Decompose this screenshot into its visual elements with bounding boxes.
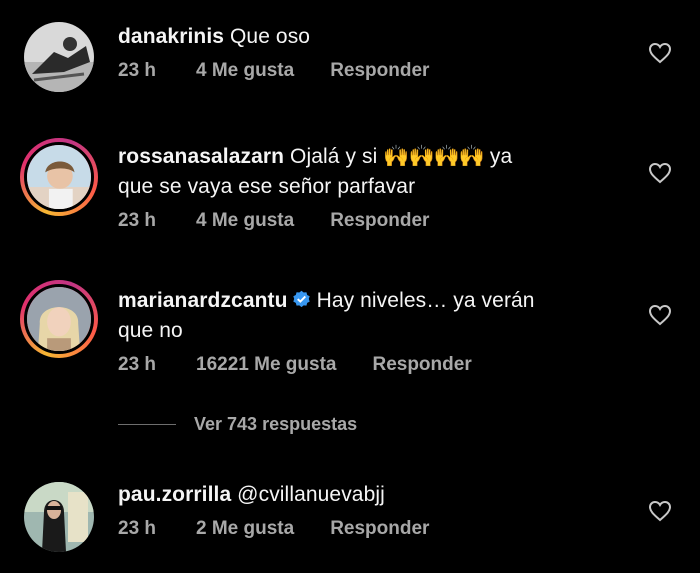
comment-body: rossanasalazarn Ojalá y si 🙌🙌🙌🙌 ya que s… <box>118 142 588 232</box>
comment-likes[interactable]: 4 Me gusta <box>196 210 294 232</box>
comment-likes[interactable]: 16221 Me gusta <box>196 354 336 376</box>
heart-icon[interactable] <box>648 304 672 326</box>
comment-text: Ojalá y si <box>290 145 378 168</box>
divider <box>118 424 176 425</box>
comment-body: pau.zorrilla @cvillanuevabjj 23 h 2 Me g… <box>118 480 588 540</box>
avatar[interactable] <box>24 482 94 552</box>
comment-likes[interactable]: 4 Me gusta <box>196 60 294 82</box>
profile-photo-icon <box>24 482 94 552</box>
reply-button[interactable]: Responder <box>330 210 429 232</box>
avatar[interactable] <box>20 280 98 358</box>
comment-body: marianardzcantu Hay niveles… ya verán qu… <box>118 286 588 376</box>
reply-button[interactable]: Responder <box>330 60 429 82</box>
comment-mention[interactable]: @cvillanuevabjj <box>237 483 385 506</box>
heart-icon[interactable] <box>648 500 672 522</box>
comment-body: danakrinis Que oso 23 h 4 Me gusta Respo… <box>118 22 588 82</box>
comments-feed: danakrinis Que oso 23 h 4 Me gusta Respo… <box>0 0 700 573</box>
comment-time: 23 h <box>118 354 157 375</box>
comment-text: ya <box>489 145 513 168</box>
avatar[interactable] <box>20 138 98 216</box>
view-replies-button[interactable]: Ver 743 respuestas <box>118 414 357 435</box>
comment-likes[interactable]: 2 Me gusta <box>196 518 294 540</box>
comment-username[interactable]: danakrinis <box>118 25 224 48</box>
comment-username[interactable]: pau.zorrilla <box>118 483 231 506</box>
verified-badge-icon <box>292 290 310 308</box>
comment-time: 23 h <box>118 518 157 539</box>
comment-time: 23 h <box>118 210 157 231</box>
comment-text: Que oso <box>229 25 311 48</box>
avatar[interactable] <box>24 22 94 92</box>
heart-icon[interactable] <box>648 42 672 64</box>
heart-icon[interactable] <box>648 162 672 184</box>
view-replies-label[interactable]: Ver 743 respuestas <box>194 414 357 435</box>
comment-username[interactable]: rossanasalazarn <box>118 145 284 168</box>
raised-hands-icon: 🙌🙌🙌🙌 <box>383 145 485 168</box>
comment-username[interactable]: marianardzcantu <box>118 289 288 312</box>
profile-photo-icon <box>24 22 94 92</box>
comment-time: 23 h <box>118 60 157 81</box>
reply-button[interactable]: Responder <box>372 354 471 376</box>
reply-button[interactable]: Responder <box>330 518 429 540</box>
comment-text: que no <box>118 319 183 342</box>
comment-text: Hay niveles… ya verán <box>316 289 535 312</box>
profile-photo-icon <box>27 287 91 351</box>
comment-text: que se vaya ese señor parfavar <box>118 175 416 198</box>
profile-photo-icon <box>27 145 91 209</box>
